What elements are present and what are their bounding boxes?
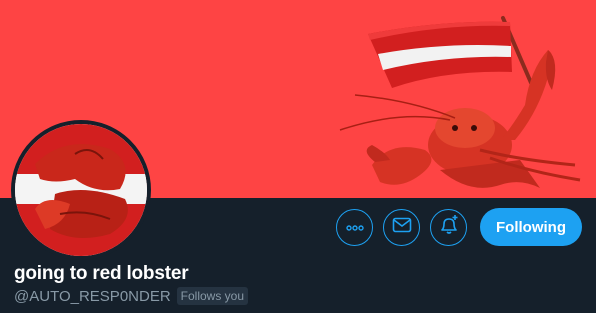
message-button[interactable] [383, 208, 421, 246]
profile-actions: Following [336, 208, 582, 246]
follows-you-badge: Follows you [176, 287, 249, 305]
notifications-button[interactable] [430, 208, 468, 246]
following-button[interactable]: Following [480, 208, 582, 246]
user-handle: @AUTO_RESP0NDER [14, 287, 171, 305]
avatar[interactable] [11, 120, 151, 260]
display-name: going to red lobster [14, 263, 189, 284]
bell-plus-icon [438, 214, 460, 241]
handle-row: @AUTO_RESP0NDER Follows you [14, 287, 249, 305]
more-horizontal-icon [345, 218, 364, 236]
envelope-icon [392, 217, 412, 238]
avatar-image [15, 124, 147, 256]
more-button[interactable] [336, 208, 374, 246]
